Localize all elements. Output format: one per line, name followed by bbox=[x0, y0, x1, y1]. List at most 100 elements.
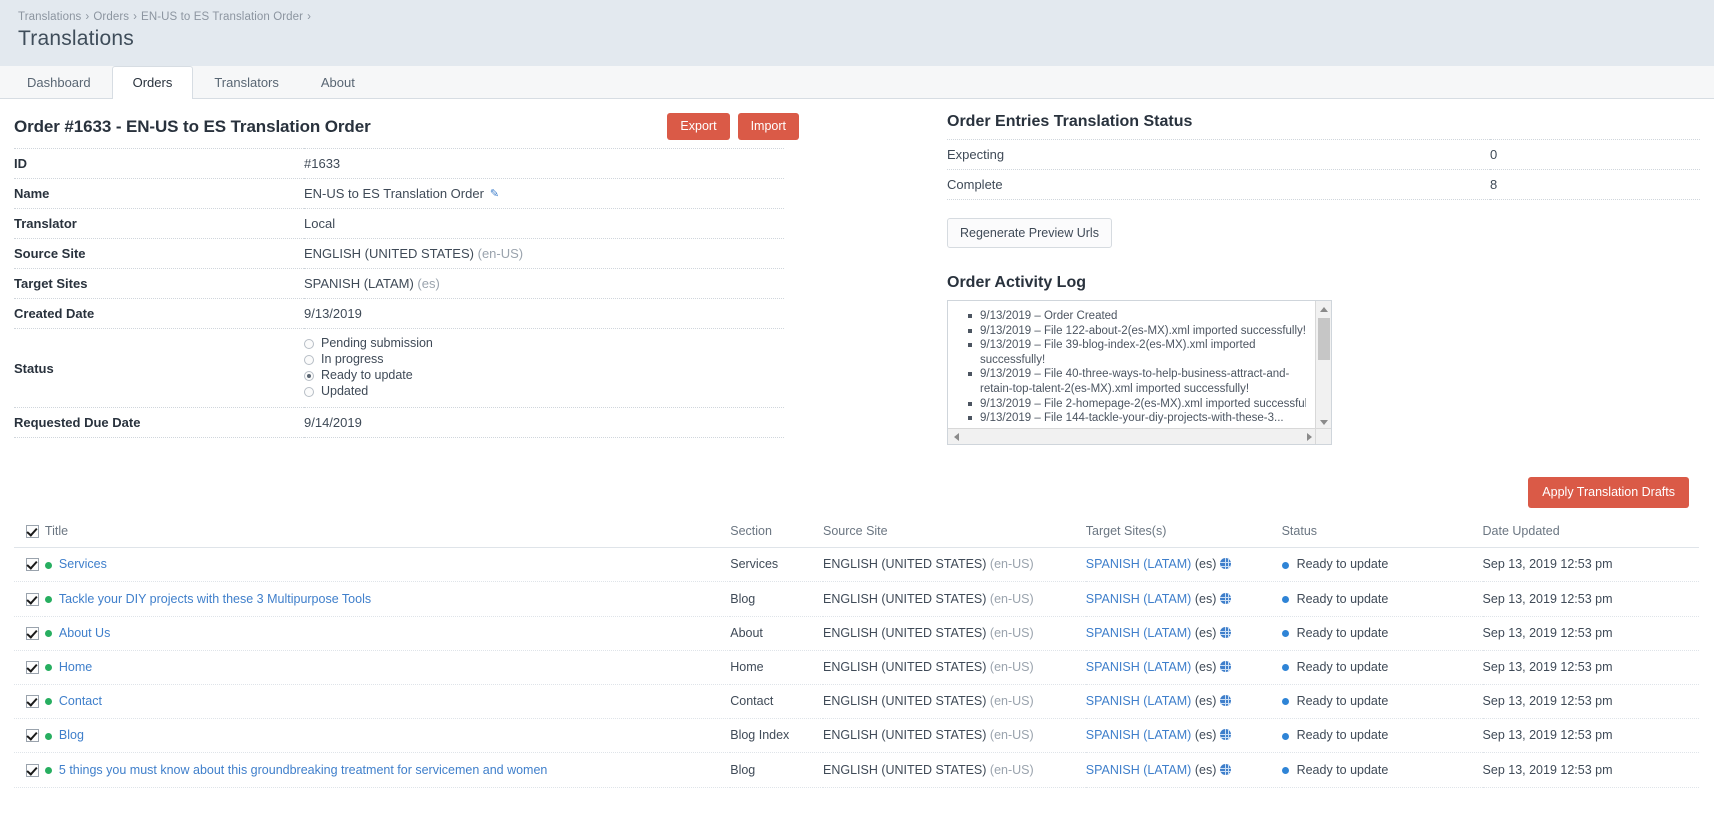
table-row[interactable]: 5 things you must know about this ground… bbox=[14, 752, 1699, 788]
entry-title-link[interactable]: Tackle your DIY projects with these 3 Mu… bbox=[59, 592, 371, 606]
activity-log-section: Order Activity Log 9/13/2019 – Order Cre… bbox=[947, 274, 1700, 445]
table-row[interactable]: Home Home ENGLISH (UNITED STATES) (en-US… bbox=[14, 650, 1699, 686]
edit-pencil-icon[interactable]: ✎ bbox=[490, 187, 499, 200]
source-site-code: (en-US) bbox=[989, 591, 1034, 606]
column-header-date-updated[interactable]: Date Updated bbox=[1482, 520, 1699, 549]
row-date-updated-cell: Sep 13, 2019 12:53 pm bbox=[1482, 650, 1699, 686]
table-row[interactable]: Contact Contact ENGLISH (UNITED STATES) … bbox=[14, 684, 1699, 720]
target-site-link[interactable]: SPANISH (LATAM) bbox=[1086, 763, 1192, 777]
row-checkbox[interactable] bbox=[26, 763, 39, 777]
field-label-source-site: Source Site bbox=[14, 238, 304, 269]
tab-about[interactable]: About bbox=[300, 66, 376, 99]
row-section-cell: Services bbox=[730, 547, 823, 583]
row-section-cell: Home bbox=[730, 650, 823, 686]
vertical-scroll-thumb[interactable] bbox=[1318, 318, 1330, 360]
entry-title-link[interactable]: 5 things you must know about this ground… bbox=[59, 763, 547, 777]
entry-title-link[interactable]: Contact bbox=[59, 694, 102, 708]
table-row[interactable]: About Us About ENGLISH (UNITED STATES) (… bbox=[14, 616, 1699, 651]
table-row[interactable]: Services Services ENGLISH (UNITED STATES… bbox=[14, 547, 1699, 583]
row-checkbox[interactable] bbox=[26, 695, 39, 709]
scroll-up-arrow-icon[interactable] bbox=[1316, 301, 1331, 317]
row-source-site-cell: ENGLISH (UNITED STATES) (en-US) bbox=[822, 752, 1086, 788]
field-value-target-sites: SPANISH (LATAM) (es) bbox=[304, 268, 784, 299]
target-site-code: (es) bbox=[1194, 625, 1217, 640]
apply-translation-drafts-button[interactable]: Apply Translation Drafts bbox=[1528, 477, 1689, 508]
column-header-title[interactable]: Title bbox=[44, 520, 731, 549]
apply-drafts-row: Apply Translation Drafts bbox=[14, 477, 1700, 508]
breadcrumb-separator: › bbox=[133, 11, 138, 23]
target-site-code: (es) bbox=[1194, 728, 1217, 743]
target-site-link[interactable]: SPANISH (LATAM) bbox=[1086, 626, 1192, 640]
entry-title-link[interactable]: Home bbox=[59, 660, 92, 674]
column-header-section[interactable]: Section bbox=[730, 520, 823, 549]
activity-log-horizontal-scrollbar[interactable] bbox=[948, 428, 1317, 444]
target-site-code: (es) bbox=[417, 276, 440, 291]
select-all-checkbox[interactable] bbox=[26, 525, 39, 539]
entry-title-link[interactable]: Blog bbox=[59, 728, 84, 742]
globe-icon[interactable] bbox=[1220, 660, 1232, 672]
table-row[interactable]: Blog Blog Index ENGLISH (UNITED STATES) … bbox=[14, 718, 1699, 754]
breadcrumb-item-translations[interactable]: Translations bbox=[18, 11, 81, 23]
entry-title-link[interactable]: About Us bbox=[59, 626, 110, 640]
source-site-code: (en-US) bbox=[989, 762, 1034, 777]
row-status-cell: Ready to update bbox=[1281, 650, 1483, 686]
activity-log-vertical-scrollbar[interactable] bbox=[1315, 301, 1331, 430]
globe-icon[interactable] bbox=[1220, 695, 1232, 707]
status-option-pending-submission[interactable]: Pending submission bbox=[304, 336, 784, 351]
target-site-link[interactable]: SPANISH (LATAM) bbox=[1086, 728, 1192, 742]
field-row-target-sites: Target Sites SPANISH (LATAM) (es) bbox=[14, 268, 784, 299]
target-site-code: (es) bbox=[1194, 659, 1217, 674]
breadcrumb-item-order[interactable]: EN-US to ES Translation Order bbox=[141, 11, 303, 23]
row-section-cell: Blog Index bbox=[730, 718, 823, 754]
order-header: Order #1633 - EN-US to ES Translation Or… bbox=[14, 113, 929, 140]
status-option-label: In progress bbox=[321, 352, 384, 366]
column-header-source-site[interactable]: Source Site bbox=[822, 520, 1086, 549]
entries-table: Title Section Source Site Target Sites(s… bbox=[14, 520, 1699, 788]
export-button[interactable]: Export bbox=[667, 113, 730, 140]
row-title-cell: About Us bbox=[44, 616, 731, 651]
row-checkbox[interactable] bbox=[26, 558, 39, 572]
globe-icon[interactable] bbox=[1220, 626, 1232, 638]
status-option-ready-to-update[interactable]: Ready to update bbox=[304, 368, 784, 383]
regenerate-preview-urls-button[interactable]: Regenerate Preview Urls bbox=[947, 218, 1112, 248]
row-checkbox[interactable] bbox=[26, 729, 39, 743]
row-checkbox[interactable] bbox=[26, 661, 39, 675]
tab-translators[interactable]: Translators bbox=[193, 66, 300, 99]
tab-dashboard[interactable]: Dashboard bbox=[6, 66, 112, 99]
row-checkbox[interactable] bbox=[26, 592, 39, 606]
globe-icon[interactable] bbox=[1220, 592, 1232, 604]
status-option-updated[interactable]: Updated bbox=[304, 384, 784, 399]
column-header-status[interactable]: Status bbox=[1281, 520, 1483, 549]
status-text: Ready to update bbox=[1296, 557, 1389, 572]
tab-orders[interactable]: Orders bbox=[111, 66, 194, 99]
globe-icon[interactable] bbox=[1220, 558, 1232, 570]
globe-icon[interactable] bbox=[1220, 763, 1232, 775]
row-date-updated-cell: Sep 13, 2019 12:53 pm bbox=[1482, 752, 1699, 788]
entry-status-dot-icon bbox=[44, 595, 52, 603]
entry-status-dot-icon bbox=[44, 664, 52, 672]
row-select-cell bbox=[14, 547, 45, 583]
target-site-link[interactable]: SPANISH (LATAM) bbox=[1086, 660, 1192, 674]
row-section-cell: Blog bbox=[730, 752, 823, 788]
status-option-in-progress[interactable]: In progress bbox=[304, 352, 784, 367]
breadcrumb-item-orders[interactable]: Orders bbox=[93, 11, 129, 23]
row-checkbox[interactable] bbox=[26, 626, 39, 640]
column-header-target-sites[interactable]: Target Sites(s) bbox=[1085, 520, 1282, 549]
target-site-link[interactable]: SPANISH (LATAM) bbox=[1086, 592, 1192, 606]
scroll-left-arrow-icon[interactable] bbox=[948, 429, 964, 444]
target-site-code: (es) bbox=[1194, 762, 1217, 777]
row-select-cell bbox=[14, 616, 45, 651]
table-row[interactable]: Tackle your DIY projects with these 3 Mu… bbox=[14, 581, 1699, 617]
source-site-code: (en-US) bbox=[989, 694, 1034, 709]
target-site-link[interactable]: SPANISH (LATAM) bbox=[1086, 694, 1192, 708]
target-site-link[interactable]: SPANISH (LATAM) bbox=[1086, 557, 1192, 571]
entry-title-link[interactable]: Services bbox=[59, 557, 107, 571]
field-value-due-date: 9/14/2019 bbox=[304, 407, 784, 438]
status-label-expecting: Expecting bbox=[947, 139, 1490, 170]
status-dot-icon bbox=[1281, 664, 1289, 672]
field-value-source-site: ENGLISH (UNITED STATES) (en-US) bbox=[304, 238, 784, 269]
import-button[interactable]: Import bbox=[737, 113, 799, 140]
globe-icon[interactable] bbox=[1220, 729, 1232, 741]
activity-log-box[interactable]: 9/13/2019 – Order Created 9/13/2019 – Fi… bbox=[947, 300, 1332, 445]
radio-icon bbox=[304, 338, 314, 349]
